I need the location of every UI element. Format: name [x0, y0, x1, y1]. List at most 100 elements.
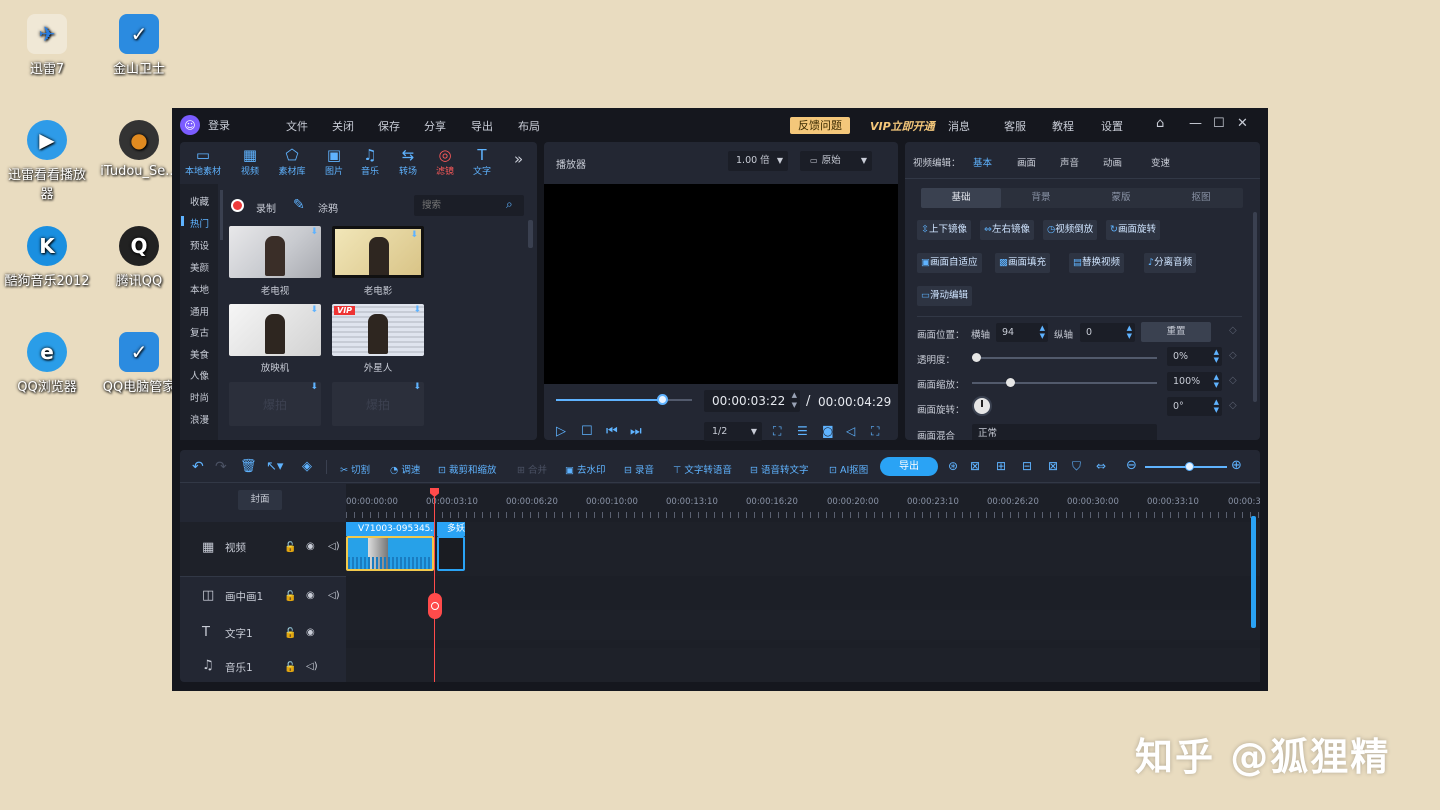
- progress-track[interactable]: [556, 394, 692, 405]
- export-button[interactable]: 导出: [880, 457, 938, 476]
- eye-icon[interactable]: ◉: [306, 541, 315, 552]
- subtitle-icon[interactable]: ☰: [797, 424, 808, 438]
- lock-icon[interactable]: 🔓: [284, 662, 296, 673]
- desktop-icon-xunlei-player[interactable]: ▶ 迅雷看看播放器: [2, 120, 92, 202]
- category-scrollbar[interactable]: [220, 190, 223, 240]
- desktop-icon-qqbrowser[interactable]: e QQ浏览器: [2, 332, 92, 395]
- eye-icon[interactable]: ◉: [306, 590, 315, 601]
- search-icon[interactable]: ⌕: [506, 197, 513, 212]
- tab-basic[interactable]: 基本: [973, 155, 992, 169]
- progress-knob[interactable]: [657, 394, 669, 405]
- maximize-icon[interactable]: ☐: [1213, 116, 1225, 131]
- reverse-video-button[interactable]: ◷视频倒放: [1043, 220, 1098, 240]
- rotate-input[interactable]: 0° ▲ ▼: [1167, 397, 1222, 416]
- download-icon[interactable]: ⬇: [310, 227, 318, 237]
- tab-music[interactable]: ♫ 音乐: [350, 146, 390, 177]
- desktop-icon-itudou[interactable]: ● iTudou_Se...: [94, 120, 184, 179]
- desktop-icon-jinshan[interactable]: ✓ 金山卫士: [94, 14, 184, 77]
- category-item[interactable]: 预设: [190, 238, 209, 252]
- redo-icon[interactable]: ↷: [215, 459, 227, 475]
- tab-picture[interactable]: 画面: [1017, 155, 1036, 169]
- menu-settings[interactable]: 设置: [1101, 118, 1123, 134]
- close-icon[interactable]: ✕: [1237, 116, 1248, 131]
- zoom-in-icon[interactable]: ⊕: [1231, 458, 1242, 473]
- snap-icon[interactable]: ⊛: [948, 459, 958, 473]
- video-clip[interactable]: [346, 536, 434, 571]
- volume-icon[interactable]: ◁): [306, 661, 318, 672]
- lock-icon[interactable]: 🔓: [284, 542, 296, 553]
- fullscreen-icon[interactable]: ⛶: [871, 424, 879, 439]
- expand-icon[interactable]: ⇔: [1096, 459, 1106, 473]
- category-item-active[interactable]: 热门: [190, 216, 209, 230]
- filter-thumb-alien[interactable]: VIP ⬇: [332, 304, 424, 356]
- keyframe-icon[interactable]: ◇: [1229, 375, 1237, 386]
- opacity-knob[interactable]: [972, 353, 981, 362]
- prev-frame-icon[interactable]: ⏮: [606, 424, 618, 439]
- next-frame-icon[interactable]: ⏭: [630, 424, 642, 439]
- menu-save[interactable]: 保存: [378, 118, 400, 134]
- merge-button[interactable]: ⊞ 合并: [517, 462, 547, 476]
- stt-button[interactable]: ⊟ 语音转文字: [750, 462, 809, 476]
- filter-thumb-old-movie[interactable]: ⬇: [332, 226, 424, 278]
- download-icon[interactable]: ⬇: [413, 305, 421, 315]
- rotate-dial[interactable]: [972, 396, 992, 416]
- feedback-button[interactable]: 反馈问题: [790, 117, 850, 134]
- keyframe-icon[interactable]: ◇: [1229, 325, 1237, 336]
- camera-icon[interactable]: ◙: [822, 424, 834, 438]
- tab-image[interactable]: ▣ 图片: [314, 146, 354, 177]
- rotate-button[interactable]: ↻画面旋转: [1106, 220, 1160, 240]
- subtab-basic[interactable]: 基础: [921, 188, 1001, 208]
- avatar-icon[interactable]: ☺: [180, 115, 200, 135]
- filter-thumb-projector[interactable]: ⬇: [229, 304, 321, 356]
- columns-icon[interactable]: ⊟: [1022, 459, 1032, 473]
- lock-icon[interactable]: 🔓: [284, 591, 296, 602]
- scale-slider[interactable]: [972, 378, 1157, 387]
- menu-export[interactable]: 导出: [471, 118, 493, 134]
- tab-animation[interactable]: 动画: [1103, 155, 1122, 169]
- timeline-scrollbar[interactable]: [1251, 516, 1256, 628]
- stepper-icon[interactable]: ▲ ▼: [1214, 348, 1219, 364]
- stepper-icon[interactable]: ▲ ▼: [1214, 373, 1219, 389]
- menu-close[interactable]: 关闭: [332, 118, 354, 134]
- stepper-icon[interactable]: ▲ ▼: [1127, 324, 1132, 340]
- fit-timeline-icon[interactable]: ⊠: [970, 459, 980, 473]
- stepper-icon[interactable]: ▲ ▼: [792, 390, 797, 410]
- volume-icon[interactable]: ◁): [328, 590, 340, 601]
- category-item[interactable]: 本地: [190, 282, 209, 296]
- y-axis-input[interactable]: 0 ▲ ▼: [1080, 323, 1135, 342]
- blend-select[interactable]: 正常: [972, 424, 1157, 440]
- transition-clip[interactable]: [437, 536, 465, 571]
- reset-button[interactable]: 重置: [1141, 322, 1211, 342]
- marker-icon[interactable]: ◈: [302, 459, 312, 474]
- scale-select[interactable]: 1/2 ▼: [704, 422, 762, 441]
- category-item[interactable]: 收藏: [190, 194, 209, 208]
- category-item[interactable]: 人像: [190, 368, 209, 382]
- cover-button[interactable]: 封面: [238, 490, 282, 510]
- ai-matting-button[interactable]: ⊡ AI抠图: [829, 462, 868, 476]
- menu-file[interactable]: 文件: [286, 118, 308, 134]
- playhead-handle[interactable]: [428, 593, 442, 619]
- tts-button[interactable]: ⊤ 文字转语音: [673, 462, 732, 476]
- stop-icon[interactable]: ☐: [581, 424, 593, 439]
- lock-icon[interactable]: 🔓: [284, 628, 296, 639]
- download-icon[interactable]: ⬇: [413, 382, 421, 392]
- vip-link[interactable]: VIP立即开通: [870, 118, 935, 134]
- menu-messages[interactable]: 消息: [948, 118, 970, 134]
- zoom-knob[interactable]: [1185, 462, 1194, 471]
- desktop-icon-xunlei[interactable]: ✈ 迅雷7: [2, 14, 92, 77]
- desktop-icon-kugou[interactable]: K 酷狗音乐2012: [2, 226, 92, 289]
- cut-button[interactable]: ✂ 切割: [340, 462, 370, 476]
- category-item[interactable]: 美食: [190, 347, 209, 361]
- filter-thumb-old-tv[interactable]: ⬇: [229, 226, 321, 278]
- download-icon[interactable]: ⬇: [310, 382, 318, 392]
- minimize-icon[interactable]: —: [1189, 116, 1202, 131]
- volume-icon[interactable]: ◁: [846, 424, 855, 438]
- subtab-background[interactable]: 背景: [1001, 188, 1081, 208]
- fill-button[interactable]: ▩画面填充: [995, 253, 1050, 273]
- scale-input[interactable]: 100% ▲ ▼: [1167, 372, 1222, 391]
- undo-icon[interactable]: ↶: [192, 459, 204, 475]
- category-item[interactable]: 时尚: [190, 390, 209, 404]
- tab-library[interactable]: ⬠ 素材库: [272, 146, 312, 177]
- zoom-slider[interactable]: [1145, 462, 1227, 471]
- download-icon[interactable]: ⬇: [410, 230, 418, 240]
